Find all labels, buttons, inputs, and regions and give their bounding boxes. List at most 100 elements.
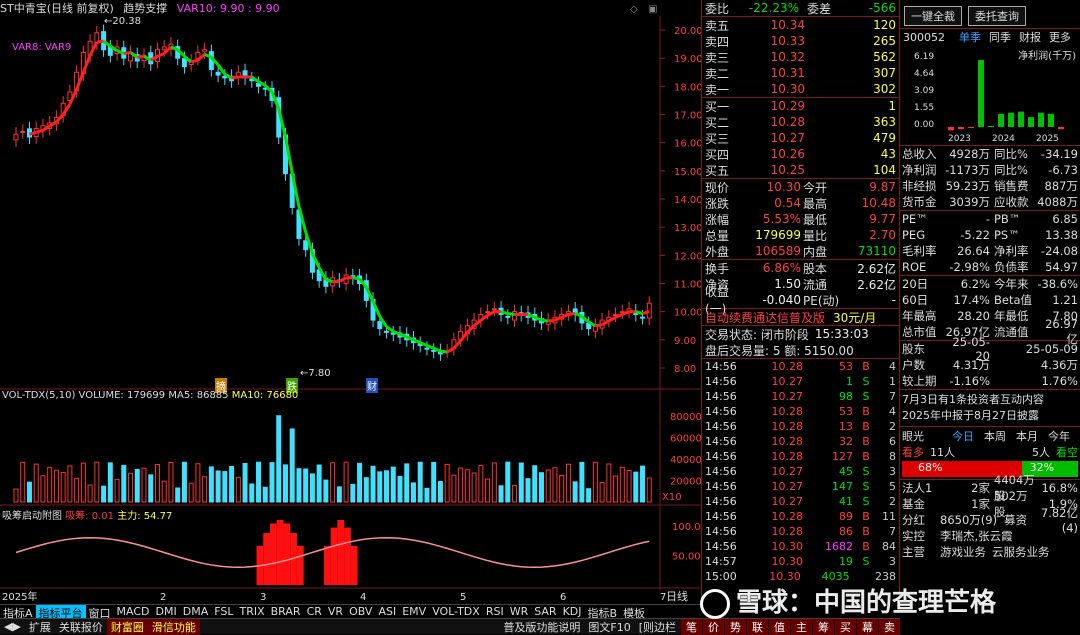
indicator-tab[interactable]: SAR [531,605,559,618]
volume-bar [33,463,39,503]
status-slide-func[interactable]: 滑信功能 [147,618,200,635]
chart-settings-icon[interactable]: ◇ [630,4,638,15]
volume-bar [404,463,410,503]
volume-bar [20,461,26,503]
volume-bar [262,486,268,503]
status-shortcut-icon[interactable]: 卖 [879,618,900,635]
status-shortcut-icon[interactable]: 筹 [813,618,834,635]
x-axis-label: 2025年 [2,590,37,603]
volume-bar [599,482,605,503]
promo-price[interactable]: 30元/月 [833,309,876,326]
status-f10[interactable]: 图文F10 [584,619,634,635]
price-tick-label: 12.00 [674,251,701,262]
trade-ticks-list[interactable]: 14:56 10.28 53 B 4 14:56 10.27 1 S 1 14:56 10.27 98 S… [702,359,899,584]
indicator-tab[interactable]: ASI [375,605,399,618]
indicator-tab[interactable]: KDJ [560,605,585,618]
orderbook-row[interactable]: 买四 10.26 43 [702,146,899,162]
promo-row[interactable]: 自动续费通达信普及版 30元/月 [702,309,899,325]
indicator-tab[interactable]: 模板 [620,605,648,620]
indicator-tab[interactable]: EMV [399,605,429,618]
orderbook-row[interactable]: 买一 10.29 1 [702,98,899,114]
volume-bar [485,478,491,503]
indicator-tab[interactable]: 指标平台 [35,605,86,620]
candle-body [485,311,491,314]
status-shortcut-icon[interactable]: 联 [747,618,768,635]
tab-quarter[interactable]: 单季 [959,29,981,45]
marker-cai[interactable]: 财 [366,378,378,393]
xichou-bar [263,533,270,585]
indicator-tab[interactable]: VOL-TDX [429,605,483,618]
xichou-bar [276,520,284,585]
orderbook-row[interactable]: 买二 10.28 363 [702,114,899,130]
eye-tab-week[interactable]: 本周 [984,428,1006,444]
status-shortcut-icon[interactable]: 幕 [857,618,878,635]
indicator-tab[interactable]: TRIX [236,605,267,618]
indicator-tab[interactable]: WR [507,605,532,618]
one-click-button[interactable]: 一键全裁 [904,6,962,26]
volume-bar [592,461,598,503]
status-wealth-circle[interactable]: 财富圈 [106,618,148,635]
trend-support-line [568,312,576,316]
eye-tab-year[interactable]: 今年 [1048,428,1070,444]
indicator-tab[interactable]: DMI [153,605,180,618]
promo-text[interactable]: 自动续费通达信普及版 [705,309,825,326]
eye-tab-today[interactable]: 今日 [952,428,974,444]
xichou-bar [270,523,277,585]
xichou-bar [350,546,358,585]
info-row: 净利润 -1173万 同比% -6.73 [902,163,1078,177]
sentiment-bar[interactable]: 68% 32% [902,461,1078,477]
status-sidebar[interactable]: [则边栏 [635,619,680,635]
info-row: 法人1 2家 4404万股 16.8% [902,473,1078,503]
status-shortcut-icon[interactable]: 买 [835,618,856,635]
status-edition-info[interactable]: 普及版功能说明 [499,619,584,635]
indicator-tab[interactable]: BRAR [268,605,304,618]
orderbook-row[interactable]: 卖一 10.30 302 [702,81,899,97]
indicator-tab[interactable]: DMA [180,605,212,618]
indicator-tab[interactable]: 指标B [585,605,621,620]
news-item[interactable]: 7月3日有1条投资者互动内容 [902,392,1078,408]
trend-support-line [635,310,643,315]
status-related-quote[interactable]: 关联报价 [55,619,107,635]
indicator-tab[interactable]: MACD [114,605,153,618]
indicator-tab[interactable]: RSI [483,605,507,618]
status-shortcut-icon[interactable]: 势 [725,618,746,635]
indicator-tab[interactable]: OBV [346,605,375,618]
order-query-button[interactable]: 委托查询 [968,6,1026,26]
orderbook-row[interactable]: 卖二 10.31 307 [702,65,899,81]
orderbook-row[interactable]: 买五 10.25 104 [702,162,899,178]
orderbook-row[interactable]: 卖五 10.34 120 [702,17,899,33]
candle-body [303,240,309,251]
trend-support-line [446,346,455,354]
status-shortcut-icon[interactable]: 值 [769,618,790,635]
status-shortcut-icon[interactable]: 主 [791,618,812,635]
chip-header: 吸筹启动附图 吸筹: 0.01 主力: 54.77 [2,511,173,522]
indicator-tab[interactable]: CR [304,605,325,618]
indicator-tab[interactable]: 窗口 [86,605,114,620]
chart-toggle-icon[interactable]: ▣ [648,4,657,15]
status-shortcut-icon[interactable]: 笔 [681,618,702,635]
trend-support-line [352,276,360,281]
indicator-tab[interactable]: FSL [211,605,236,618]
eye-tab-month[interactable]: 本月 [1016,428,1038,444]
indicator-tab[interactable]: 指标A [0,605,36,620]
kline-chart-panel[interactable]: ST中青宝(日线 前复权) 趋势支撑 VAR10: 9.90 : 9.90 20… [0,0,701,604]
right-tab-daily[interactable]: 日线 [666,588,688,604]
tab-same-quarter[interactable]: 同季 [989,29,1011,45]
status-shortcut-icon[interactable]: 价 [703,618,724,635]
volume-bar [60,471,66,503]
orderbook-row[interactable]: 买三 10.27 479 [702,130,899,146]
indicator-tab[interactable]: VR [325,605,346,618]
tab-more[interactable]: 更多 [1049,29,1071,45]
tab-report[interactable]: 财报 [1019,29,1041,45]
quote-stat-row: 涨跌 0.54 最高 10.48 [705,196,896,211]
orderbook-row[interactable]: 卖四 10.33 265 [702,33,899,49]
chip-tick-label: 100.00 [672,522,701,533]
orderbook-row[interactable]: 卖三 10.32 562 [702,49,899,65]
volume-bar [161,480,167,503]
news-item[interactable]: 2025年中报于8月27日披露 [902,408,1078,424]
volume-bar [208,466,214,503]
status-collapse-button[interactable]: ◀▶ [0,620,25,633]
volume-bar [390,466,396,503]
status-expand[interactable]: 扩展 [25,619,55,635]
var8-label: VAR8: VAR9 [12,42,72,53]
